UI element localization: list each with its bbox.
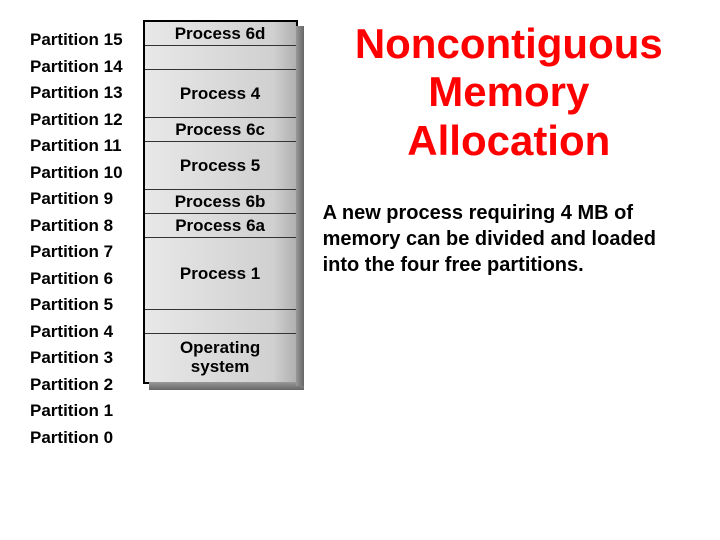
partition-label: Partition 0 — [30, 428, 123, 448]
memory-block: Process 6a — [145, 214, 296, 238]
slide-title: Noncontiguous Memory Allocation — [323, 20, 695, 165]
memory-block: Process 4 — [145, 70, 296, 118]
partition-label: Partition 2 — [30, 375, 123, 395]
memory-block — [145, 310, 296, 334]
memory-block: Process 1 — [145, 238, 296, 310]
partition-label: Partition 6 — [30, 269, 123, 289]
slide-body: A new process requiring 4 MB of memory c… — [323, 200, 695, 278]
partition-label: Partition 10 — [30, 163, 123, 183]
memory-block: Process 5 — [145, 142, 296, 190]
text-section: Noncontiguous Memory Allocation A new pr… — [323, 20, 710, 448]
memory-block: Process 6c — [145, 118, 296, 142]
memory-stack-column: Process 6dProcess 4Process 6cProcess 5Pr… — [143, 20, 298, 448]
memory-block: Process 6b — [145, 190, 296, 214]
partition-label: Partition 7 — [30, 242, 123, 262]
memory-block — [145, 46, 296, 70]
partition-label: Partition 13 — [30, 83, 123, 103]
partition-label: Partition 4 — [30, 322, 123, 342]
partition-label: Partition 14 — [30, 57, 123, 77]
partition-label: Partition 12 — [30, 110, 123, 130]
partition-label: Partition 5 — [30, 295, 123, 315]
partition-label: Partition 15 — [30, 30, 123, 50]
partition-label: Partition 3 — [30, 348, 123, 368]
partition-label: Partition 8 — [30, 216, 123, 236]
memory-block: Process 6d — [145, 22, 296, 46]
partition-label: Partition 11 — [30, 136, 123, 156]
partition-label: Partition 9 — [30, 189, 123, 209]
partition-label: Partition 1 — [30, 401, 123, 421]
partition-label-column: Partition 15 Partition 14 Partition 13 P… — [10, 20, 123, 448]
memory-stack: Process 6dProcess 4Process 6cProcess 5Pr… — [143, 20, 298, 384]
memory-block: Operatingsystem — [145, 334, 296, 382]
